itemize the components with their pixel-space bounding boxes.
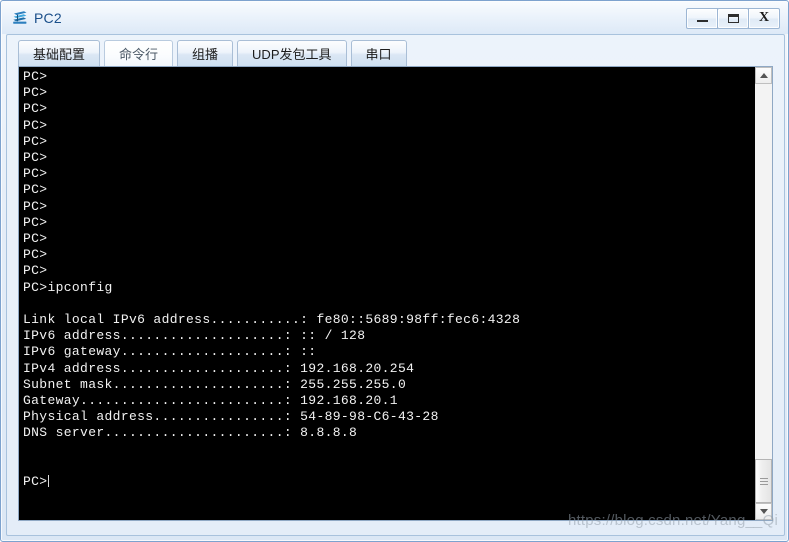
scrollbar-thumb[interactable] [755, 459, 772, 503]
content-panel: 基础配置 命令行 组播 UDP发包工具 串口 PC> PC> PC> PC> PC> PC… [6, 34, 785, 536]
terminal-line: Gateway.........................: 192.16… [23, 393, 398, 409]
terminal-line: PC>ipconfig [23, 279, 113, 295]
tab-label: UDP发包工具 [252, 47, 332, 62]
terminal-line: PC> [23, 85, 48, 101]
terminal-line: PC> [23, 247, 48, 263]
terminal-line: PC> [23, 198, 48, 214]
tab-label: 基础配置 [33, 47, 86, 62]
terminal-line: PC> [23, 214, 48, 230]
title-bar[interactable]: PC2 X [2, 2, 788, 34]
terminal-line: IPv4 address....................: 192.16… [23, 360, 415, 376]
terminal-output[interactable]: PC> PC> PC> PC> PC> PC> PC> PC> PC> PC> PC> PC> PC> P… [19, 67, 754, 520]
maximize-button[interactable] [717, 7, 749, 29]
terminal-line: PC> [23, 117, 48, 133]
chevron-up-icon [759, 73, 768, 78]
terminal-line: IPv6 gateway....................: :: [23, 344, 317, 360]
tab-serial-port[interactable]: 串口 [350, 40, 407, 67]
terminal-line: PC> [23, 263, 48, 279]
tab-command-line[interactable]: 命令行 [104, 40, 174, 67]
terminal-line: PC> [23, 231, 48, 247]
tab-multicast[interactable]: 组播 [177, 40, 234, 67]
close-icon: X [758, 10, 770, 25]
terminal-line: PC> [23, 166, 48, 182]
scroll-up-button[interactable] [755, 67, 772, 84]
tab-basic-config[interactable]: 基础配置 [18, 40, 101, 67]
pc-device-icon [13, 11, 27, 24]
terminal-line: PC> [23, 150, 48, 166]
terminal-line: DNS server......................: 8.8.8.… [23, 425, 358, 441]
terminal-scrollbar[interactable] [754, 67, 772, 520]
text-cursor [48, 475, 50, 488]
window-title: PC2 [34, 10, 62, 26]
tab-label: 命令行 [119, 47, 159, 62]
maximize-icon [727, 13, 739, 23]
terminal-line: PC> [23, 133, 48, 149]
pc2-window: PC2 X 基础配置 命令行 组播 UDP发包工具 串口 PC> PC> PC>… [0, 0, 789, 542]
terminal-line: PC> [23, 182, 48, 198]
tab-label: 组播 [192, 47, 219, 62]
tab-strip: 基础配置 命令行 组播 UDP发包工具 串口 [18, 38, 411, 67]
terminal-prompt: PC> [23, 474, 48, 490]
terminal-prompt-line[interactable]: PC> [23, 474, 754, 490]
window-controls: X [686, 7, 780, 29]
grip-icon [759, 476, 768, 487]
terminal-line: PC> [23, 69, 48, 84]
scrollbar-track[interactable] [755, 84, 772, 503]
minimize-button[interactable] [686, 7, 718, 29]
close-button[interactable]: X [748, 7, 780, 29]
tab-udp-tool[interactable]: UDP发包工具 [237, 40, 347, 67]
terminal-line: IPv6 address....................: :: / 1… [23, 328, 366, 344]
chevron-down-icon [759, 509, 768, 514]
scroll-down-button[interactable] [755, 503, 772, 520]
minimize-icon [696, 20, 708, 22]
terminal-line: PC> [23, 101, 48, 117]
terminal-line: Physical address................: 54-89-… [23, 409, 439, 425]
terminal-line: Link local IPv6 address...........: fe80… [23, 312, 521, 328]
terminal-container: PC> PC> PC> PC> PC> PC> PC> PC> PC> PC> PC> PC> PC> P… [18, 66, 773, 521]
tab-label: 串口 [365, 47, 392, 62]
terminal-line: Subnet mask.....................: 255.25… [23, 376, 407, 392]
